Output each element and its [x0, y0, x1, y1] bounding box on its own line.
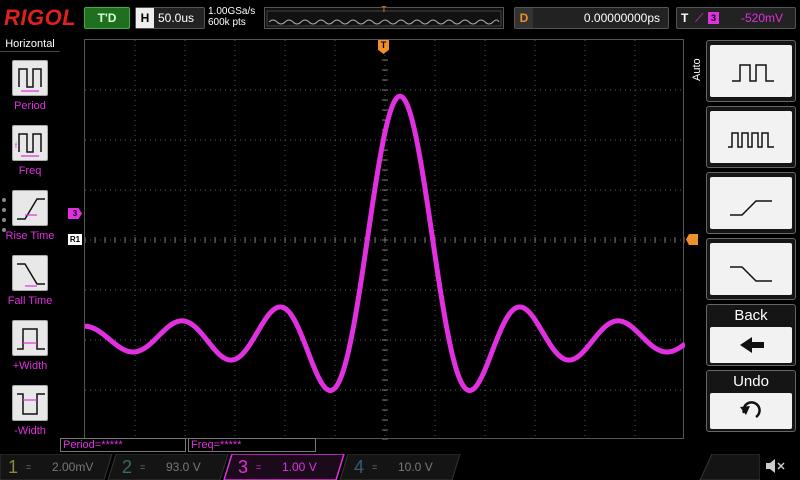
memory-depth: 600k pts [208, 17, 246, 28]
channel-1-scale: 2.00mV [52, 460, 94, 474]
channel-1-coupling: = [26, 462, 32, 472]
freq-label: Freq [18, 165, 42, 177]
plus-width-icon [12, 320, 48, 356]
rise-time-button[interactable]: Rise Time [0, 188, 60, 248]
rise-time-label: Rise Time [5, 230, 55, 242]
channel-2-number: 2 [121, 457, 132, 477]
channel-2-coupling: = [140, 462, 146, 472]
back-button[interactable]: Back [706, 304, 796, 366]
channel-1-box[interactable]: 1 = 2.00mV [2, 454, 108, 480]
channel-3-number: 3 [237, 457, 248, 477]
plus-width-label: +Width [12, 360, 48, 372]
waveform-display[interactable] [84, 39, 685, 440]
oscilloscope-screen: { "brand": "RIGOL", "trigger_status": "T… [0, 0, 800, 480]
period-icon [12, 60, 48, 96]
channel-3-scale: 1.00 V [282, 460, 317, 474]
trigger-source: 3 [708, 12, 719, 24]
channel-4-coupling: = [372, 462, 378, 472]
memory-trigger-marker: T [381, 5, 387, 14]
channel-4-scale: 10.0 V [398, 460, 433, 474]
falling-edge-button[interactable] [706, 238, 796, 300]
channel-2-box[interactable]: 2 = 93.0 V [116, 454, 222, 480]
horizontal-label: H [136, 8, 154, 28]
pulse-train-button[interactable] [706, 106, 796, 168]
minus-width-icon [12, 385, 48, 421]
plus-width-button[interactable]: +Width [0, 318, 60, 378]
undo-icon [710, 393, 792, 429]
channel-4-box[interactable]: 4 = 10.0 V [348, 454, 454, 480]
back-label: Back [734, 307, 768, 324]
back-arrow-icon [710, 327, 792, 363]
speaker-muted-icon[interactable] [760, 456, 790, 478]
horizontal-scale-value: 50.0us [158, 11, 195, 25]
sample-rate: 1.00GSa/s [208, 6, 256, 17]
trigger-box[interactable]: T ⟋ 3 -520mV [676, 7, 796, 29]
delay-label: D [515, 8, 533, 28]
minus-width-button[interactable]: -Width [0, 383, 60, 443]
menu-title: Horizontal [0, 38, 60, 52]
delay-box[interactable]: D 0.00000000ps [514, 7, 669, 29]
horizontal-scale-box[interactable]: H 50.0us [135, 7, 205, 29]
channel-3-coupling: = [256, 462, 262, 472]
undo-button[interactable]: Undo [706, 370, 796, 432]
reference-r1-marker[interactable]: R1 [68, 234, 82, 245]
fall-time-button[interactable]: Fall Time [0, 253, 60, 313]
pulse-train-icon [710, 111, 792, 163]
rising-edge-icon [710, 177, 792, 229]
auto-tab[interactable]: Auto [688, 40, 706, 100]
period-button[interactable]: Period [0, 58, 60, 118]
minus-width-label: -Width [14, 425, 46, 437]
waveform-trace [85, 93, 685, 393]
single-pulse-button[interactable] [706, 40, 796, 102]
freq-icon: f [12, 125, 48, 161]
freq-measurement[interactable]: Freq=***** [188, 438, 316, 452]
falling-edge-icon [710, 243, 792, 295]
delay-value: 0.00000000ps [583, 11, 660, 25]
single-pulse-icon [710, 45, 792, 97]
svg-text:f: f [15, 143, 17, 150]
fall-time-label: Fall Time [7, 295, 53, 307]
channel-4-number: 4 [353, 457, 364, 477]
memory-overview-bar[interactable]: T [264, 5, 504, 29]
channel-3-trace [85, 93, 685, 393]
fall-time-icon [12, 255, 48, 291]
freq-button[interactable]: f Freq [0, 123, 60, 183]
sampling-info: 1.00GSa/s 600k pts [208, 6, 255, 28]
trigger-level: -520mV [741, 11, 784, 25]
period-measurement[interactable]: Period=***** [60, 438, 186, 452]
channel-1-number: 1 [7, 457, 18, 477]
rising-edge-button[interactable] [706, 172, 796, 234]
rising-edge-icon: ⟋ [695, 11, 704, 25]
trigger-level-marker[interactable] [686, 234, 698, 245]
channel-2-scale: 93.0 V [166, 460, 201, 474]
trigger-status-badge[interactable]: T'D [84, 7, 130, 29]
rise-time-icon [12, 190, 48, 226]
channel-3-offset-marker[interactable]: 3 [68, 208, 82, 219]
period-label: Period [14, 100, 46, 112]
trigger-label: T [681, 11, 689, 25]
undo-label: Undo [733, 373, 769, 390]
channel-3-box[interactable]: 3 = 1.00 V [232, 454, 338, 480]
rigol-logo: RIGOL [4, 5, 77, 30]
